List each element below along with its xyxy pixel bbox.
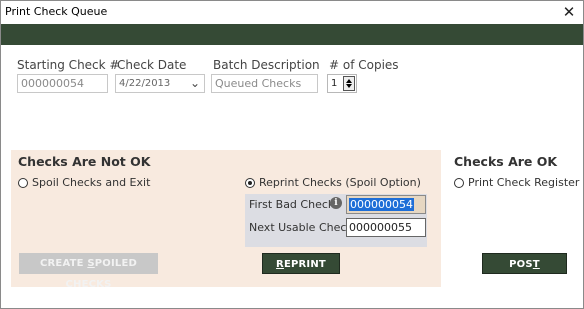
first-bad-check-input[interactable]: 000000054 [346,195,426,214]
check-date-picker[interactable]: 4/22/2013 ⌄ [115,74,205,93]
radio-unchecked-icon [454,177,464,188]
next-usable-check-label: Next Usable Check: [249,221,357,234]
check-date-label: Check Date [117,58,187,72]
print-check-register-label: Print Check Register [468,176,580,189]
starting-check-label: Starting Check # [17,58,120,72]
first-bad-check-value: 000000054 [349,198,414,211]
spin-up-icon[interactable] [346,79,352,83]
post-hotkey: T [532,259,540,270]
post-label: POS [509,259,533,270]
spoil-checks-radio[interactable]: Spoil Checks and Exit [18,176,150,189]
radio-unchecked-icon [18,177,28,188]
window-title: Print Check Queue [5,5,108,18]
reprint-checks-label: Reprint Checks (Spoil Option) [259,176,421,189]
reprint-label: EPRINT [283,259,326,270]
check-date-value: 4/22/2013 [119,78,171,89]
copies-label: # of Copies [329,58,399,72]
create-spoiled-checks-button[interactable]: CREATE SPOILED CHECKS [19,253,158,290]
batch-description-field[interactable]: Queued Checks [211,74,318,93]
header-band [1,24,583,45]
reprint-checks-radio[interactable]: Reprint Checks (Spoil Option) [245,176,421,189]
next-usable-check-input[interactable]: 000000055 [346,218,426,237]
first-bad-check-label: First Bad Check: [249,198,338,211]
spoil-checks-label: Spoil Checks and Exit [32,176,151,189]
checks-not-ok-title: Checks Are Not OK [18,154,151,169]
post-button[interactable]: POST [482,253,567,274]
checks-ok-title: Checks Are OK [454,154,558,169]
info-icon[interactable]: i [330,197,342,209]
reprint-button[interactable]: REPRINT [262,253,340,274]
spin-down-icon[interactable] [346,84,352,88]
starting-check-field[interactable]: 000000054 [17,74,108,93]
print-check-queue-window: Print Check Queue ✕ Starting Check # 000… [0,0,584,309]
close-icon[interactable]: ✕ [559,2,579,22]
chevron-down-icon[interactable]: ⌄ [190,76,200,90]
title-bar: Print Check Queue ✕ [1,1,583,23]
copies-stepper[interactable]: 1 [327,74,357,93]
create-spoiled-hotkey: S [87,258,95,269]
radio-checked-icon [245,177,255,188]
copies-value: 1 [331,78,338,89]
reprint-hotkey: R [276,259,284,270]
create-spoiled-label-part1: CREATE [39,258,88,269]
batch-description-label: Batch Description [213,58,320,72]
spin-arrows-icon[interactable] [343,76,355,91]
print-check-register-radio[interactable]: Print Check Register [454,176,579,189]
